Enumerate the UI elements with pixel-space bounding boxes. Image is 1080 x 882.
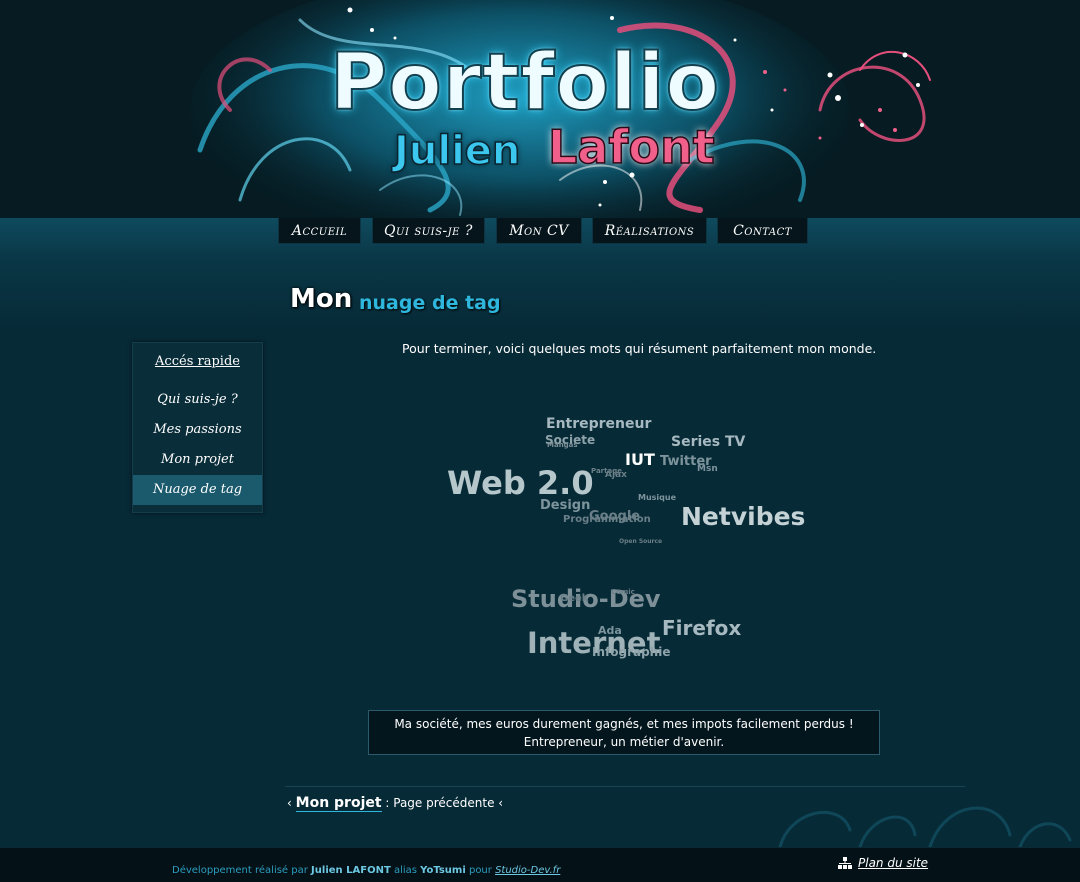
- credit-author: Julien LAFONT: [311, 865, 391, 876]
- quote-line-1: Ma société, mes euros durement gagnés, e…: [394, 717, 854, 731]
- quote-line-2: Entrepreneur, un métier d'avenir.: [523, 735, 725, 749]
- nav-item-mon-cv[interactable]: Mon CV: [496, 218, 582, 244]
- tag-quote-box: Ma société, mes euros durement gagnés, e…: [368, 710, 880, 755]
- tag-design[interactable]: Design: [540, 498, 590, 513]
- pagination-arrow-right: ‹: [498, 796, 504, 810]
- tag-infographie[interactable]: Infographie: [592, 645, 670, 659]
- nav-item-qui-suis-je[interactable]: Qui suis-je ?: [372, 218, 485, 244]
- quick-access-sidebar: Accés rapide Qui suis-je ? Mes passions …: [132, 342, 263, 513]
- logo-last-name: Lafont: [547, 119, 715, 175]
- tag-mangas[interactable]: Mangas: [547, 441, 578, 449]
- tag-ajax[interactable]: Ajax: [605, 470, 627, 480]
- nav-item-contact[interactable]: Contact: [717, 218, 808, 244]
- pagination-arrow-left: ‹: [287, 796, 292, 810]
- footer-credit: Développement réalisé par Julien LAFONT …: [172, 865, 560, 876]
- site-footer: Développement réalisé par Julien LAFONT …: [0, 847, 1080, 882]
- tag-open-source[interactable]: Open Source: [619, 538, 662, 545]
- sidebar-item-qui-suis-je[interactable]: Qui suis-je ?: [133, 385, 262, 415]
- tag-entrepreneur[interactable]: Entrepreneur: [546, 416, 651, 432]
- tag-programmation[interactable]: Programmation: [563, 514, 651, 525]
- tag-netvibes[interactable]: Netvibes: [681, 502, 805, 531]
- sidebar-item-mon-projet[interactable]: Mon projet: [133, 445, 262, 475]
- sidebar-title[interactable]: Accés rapide: [133, 354, 262, 369]
- credit-site-link[interactable]: Studio-Dev.fr: [495, 865, 560, 876]
- pagination: ‹ Mon projet : Page précédente ‹: [287, 795, 504, 812]
- credit-alias: YoTsumi: [420, 865, 466, 876]
- logo-portfolio: Portfolio: [329, 37, 721, 129]
- page-subtitle: nuage de tag: [359, 292, 501, 314]
- intro-text: Pour terminer, voici quelques mots qui r…: [402, 341, 877, 356]
- sitemap-icon: [838, 857, 852, 869]
- tag-firefox[interactable]: Firefox: [662, 616, 741, 640]
- tag-musique[interactable]: Musique: [638, 493, 676, 502]
- sidebar-item-nuage-de-tag[interactable]: Nuage de tag: [133, 475, 262, 505]
- nav-item-realisations[interactable]: Réalisations: [592, 218, 707, 244]
- page-title: Mon: [290, 284, 353, 314]
- tag-iut[interactable]: IUT: [625, 450, 655, 469]
- nav-item-accueil[interactable]: Accueil: [278, 218, 361, 244]
- content-divider: [285, 786, 965, 787]
- prev-page-link[interactable]: Mon projet: [295, 795, 382, 812]
- prev-page-text: : Page précédente: [385, 796, 495, 810]
- logo-first-name: Julien: [393, 127, 521, 175]
- tag-comic[interactable]: Comic: [611, 588, 635, 596]
- credit-for-word: pour: [468, 865, 492, 876]
- site-header: Portfolio Julien Lafont: [0, 0, 1080, 218]
- footer-swirl-art: [778, 806, 1072, 847]
- credit-prefix: Développement réalisé par: [172, 865, 308, 876]
- tag-series-tv[interactable]: Series TV: [671, 434, 745, 450]
- tag-geek[interactable]: Geek: [560, 593, 588, 604]
- tag-msn[interactable]: Msn: [697, 464, 718, 474]
- tag-web-2-0[interactable]: Web 2.0: [447, 464, 594, 502]
- sidebar-item-mes-passions[interactable]: Mes passions: [133, 415, 262, 445]
- credit-alias-word: alias: [393, 865, 417, 876]
- sitemap-link[interactable]: Plan du site: [858, 856, 928, 870]
